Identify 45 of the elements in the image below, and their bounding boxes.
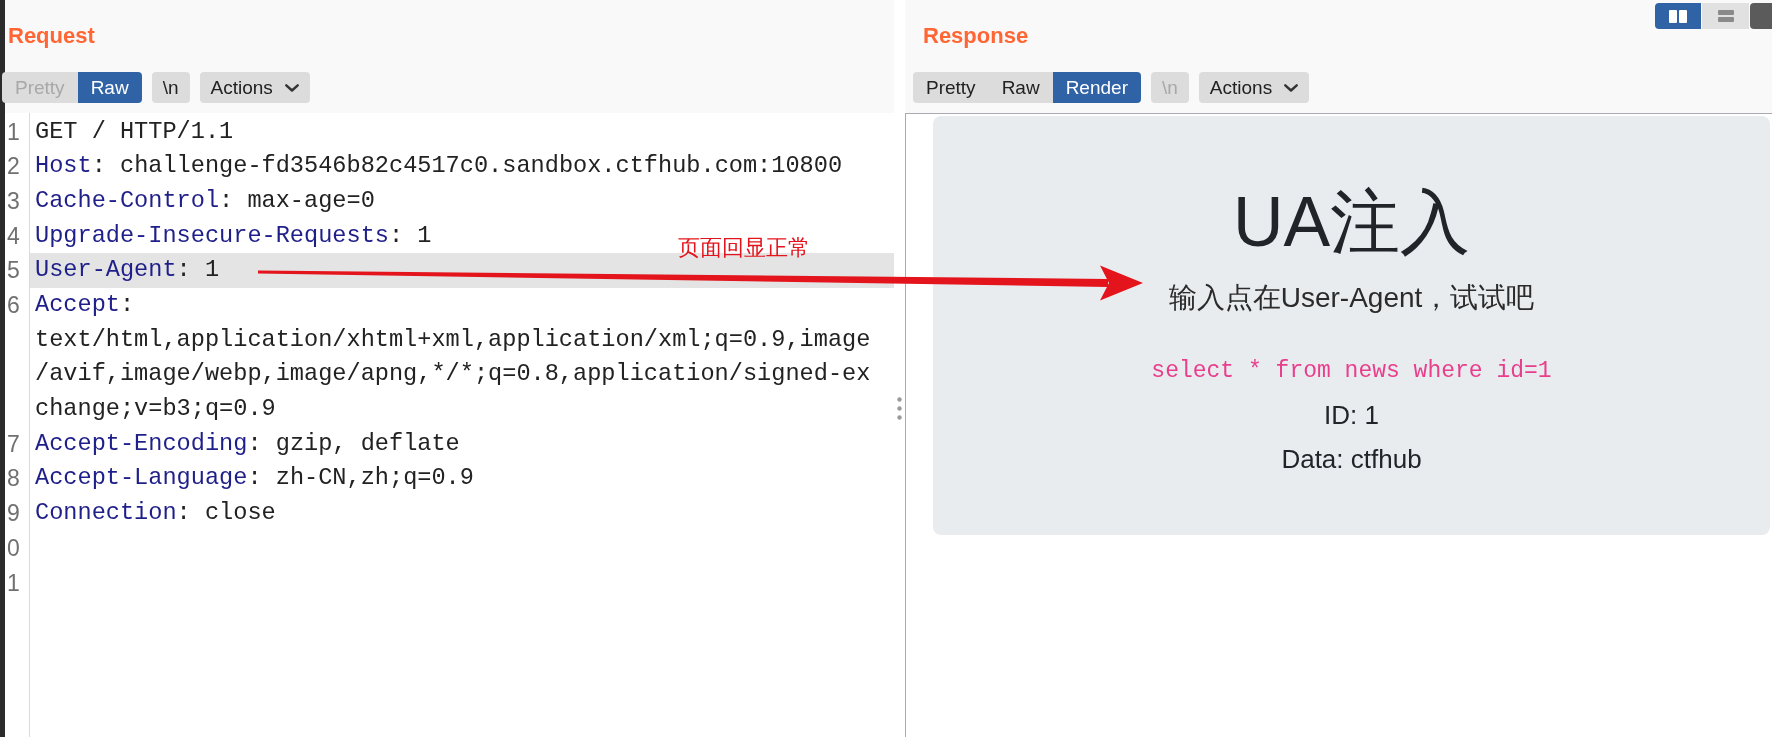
line-number: 6 [7, 292, 20, 319]
code-line: /avif,image/webp,image/apng,*/*;q=0.8,application/signed-ex [35, 359, 871, 390]
rows-icon [1717, 10, 1734, 22]
request-title: Request [8, 23, 95, 49]
view-tab[interactable]: Render [1052, 72, 1141, 103]
code-line: Cache-Control: max-age=0 [35, 185, 375, 216]
actions-button[interactable]: Actions [1198, 72, 1310, 103]
line-number: 8 [7, 465, 20, 492]
result-line: Data: ctfhub [1281, 443, 1422, 476]
result-line: ID: 1 [1324, 399, 1379, 432]
code-line: Accept-Language: zh-CN,zh;q=0.9 [35, 463, 474, 494]
code-line: text/html,application/xhtml+xml,application/xml;q=0.9,image [35, 324, 871, 355]
chevron-down-icon [284, 83, 299, 92]
code-line: Upgrade-Insecure-Requests: 1 [35, 220, 432, 251]
newline-toggle-button[interactable]: \n [151, 72, 190, 103]
line-number: 4 [7, 222, 20, 249]
code-line: GET / HTTP/1.1 [35, 116, 234, 147]
code-line: Connection: close [35, 498, 276, 529]
drag-handle-icon[interactable] [897, 397, 902, 420]
page-subtitle: 输入点在User-Agent，试试吧 [1168, 281, 1535, 315]
line-number: 5 [7, 257, 20, 284]
code-line: change;v=b3;q=0.9 [35, 394, 276, 425]
view-tab[interactable]: Pretty [913, 72, 989, 103]
code-line: Accept: [35, 290, 135, 321]
code-line: User-Agent: 1 [35, 255, 220, 286]
line-number: 2 [7, 153, 20, 180]
line-number: 0 [7, 534, 20, 561]
code-line: Host: challenge-fd3546b82c4517c0.sandbox.ctfhub.com:10800 [35, 151, 843, 182]
page-heading: UA注入 [1231, 182, 1472, 263]
line-number: 7 [7, 430, 20, 457]
actions-button[interactable]: Actions [199, 72, 310, 103]
line-number: 3 [7, 187, 20, 214]
line-number: 1 [7, 118, 20, 145]
chevron-down-icon [1284, 83, 1299, 92]
line-number: 9 [7, 500, 20, 527]
response-title: Response [923, 23, 1029, 49]
line-number: 1 [7, 569, 20, 596]
view-tab[interactable]: Raw [988, 72, 1053, 103]
split-view-button[interactable] [1655, 3, 1701, 29]
sql-query-text: select * from news where id=1 [1151, 357, 1552, 386]
stacked-view-button[interactable] [1702, 3, 1749, 29]
view-tab[interactable]: Raw [77, 72, 142, 103]
annotation-text: 页面回显正常 [678, 236, 810, 260]
code-line: Accept-Encoding: gzip, deflate [35, 428, 460, 459]
columns-icon [1669, 9, 1687, 23]
